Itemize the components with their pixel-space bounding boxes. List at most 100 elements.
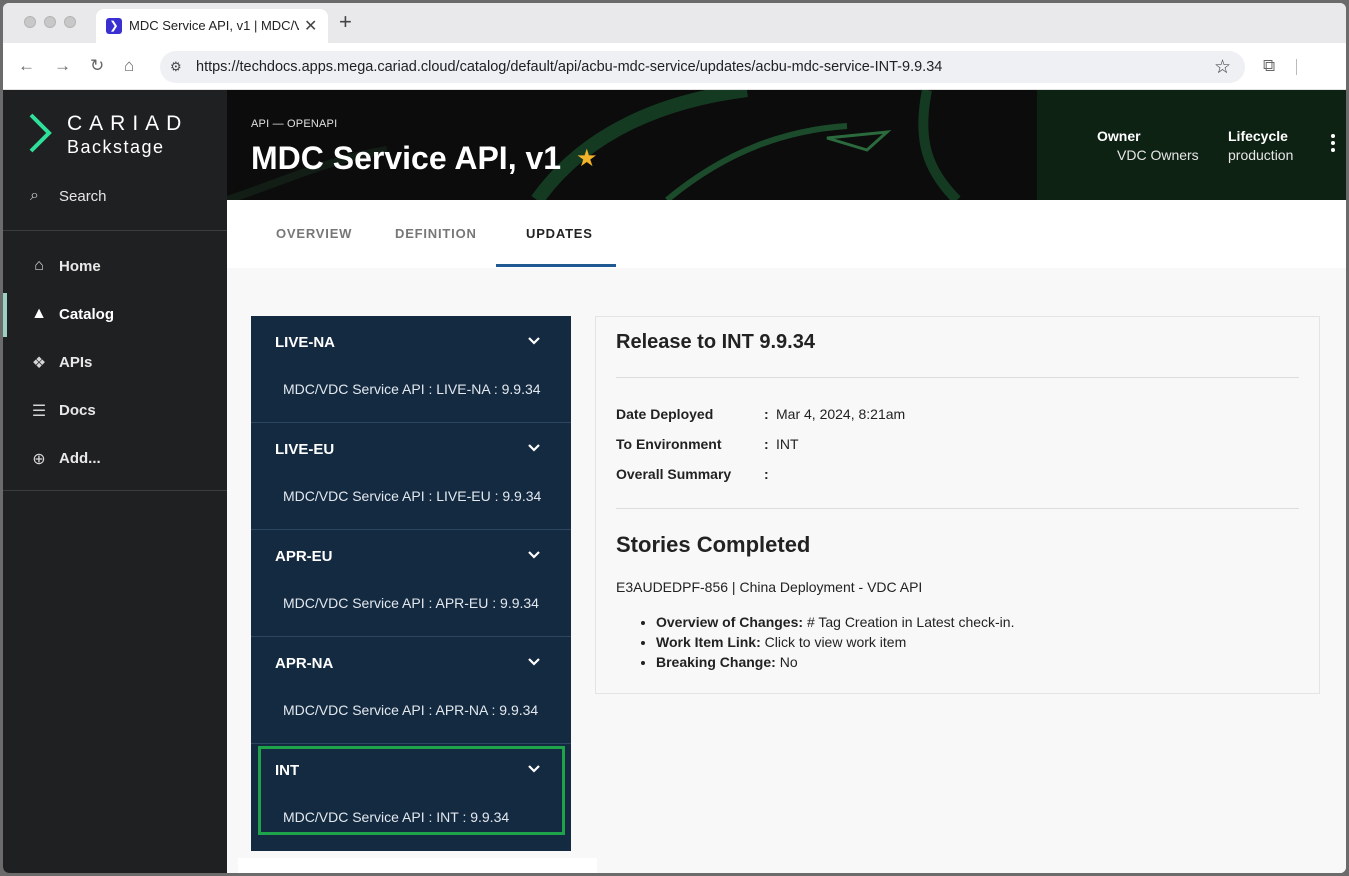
accordion-item-apr-na[interactable]: APR-NA MDC/VDC Service API : APR-NA : 9.… <box>251 637 571 744</box>
sidebar-divider <box>3 490 227 491</box>
accordion-title: APR-EU <box>275 548 333 565</box>
to-environment-value: INT <box>776 436 799 452</box>
card-divider <box>616 377 1299 378</box>
sidebar-item-docs[interactable]: ☰ Docs <box>3 391 227 431</box>
detail-value: No <box>779 654 798 670</box>
entity-kind: API — OPENAPI <box>251 118 338 130</box>
list-item: Work Item Link: Click to view work item <box>656 632 1014 652</box>
sidebar-item-catalog[interactable]: ▲ Catalog <box>3 293 227 337</box>
sidebar-search[interactable]: ⌕ Search <box>3 182 227 212</box>
stories-title: Stories Completed <box>616 532 811 557</box>
sidebar-item-label: Add... <box>59 450 101 467</box>
date-deployed-label: Date Deployed <box>616 406 714 422</box>
story-id: E3AUDEDPF-856 | China Deployment - VDC A… <box>616 579 923 595</box>
sidebar-item-label: Catalog <box>59 306 115 323</box>
close-tab-icon[interactable]: ✕ <box>304 16 317 36</box>
bookmark-star-icon[interactable]: ☆ <box>1214 56 1231 79</box>
new-tab-icon[interactable]: + <box>339 11 352 33</box>
address-bar[interactable]: ⚙ https://techdocs.apps.mega.cariad.clou… <box>160 51 1245 83</box>
accordion-title: LIVE-NA <box>275 334 335 351</box>
sidebar-item-apis[interactable]: ❖ APIs <box>3 343 227 383</box>
detail-label: Work Item Link: <box>656 634 761 650</box>
cariad-logo-icon[interactable] <box>27 112 53 154</box>
accordion-shadow <box>238 858 597 873</box>
sidebar-item-add[interactable]: ⊕ Add... <box>3 439 227 479</box>
tab-updates[interactable]: UPDATES <box>526 226 593 241</box>
tab-title: MDC Service API, v1 | MDC/VDC <box>129 18 299 33</box>
zoom-window-button[interactable] <box>64 16 76 28</box>
home-icon: ⌂ <box>34 257 44 274</box>
extensions-icon[interactable]: ⧉ <box>1263 56 1275 76</box>
docs-icon: ☰ <box>31 403 47 420</box>
chevron-down-icon[interactable] <box>527 655 541 669</box>
logo-text: CARIAD <box>67 112 189 135</box>
release-link[interactable]: MDC/VDC Service API : LIVE-NA : 9.9.34 <box>283 381 541 397</box>
list-item: Breaking Change: No <box>656 652 1014 672</box>
browser-toolbar: ← → ↻ ⌂ ⚙ https://techdocs.apps.mega.car… <box>3 43 1346 90</box>
owner-value[interactable]: VDC Owners <box>1117 147 1199 163</box>
selected-highlight-box <box>258 746 565 835</box>
field-colon: : <box>764 436 769 452</box>
sidebar-item-label: Home <box>59 258 101 275</box>
sidebar-item-home[interactable]: ⌂ Home <box>3 247 227 287</box>
accordion-item-live-na[interactable]: LIVE-NA MDC/VDC Service API : LIVE-NA : … <box>251 316 571 423</box>
chevron-down-icon[interactable] <box>527 441 541 455</box>
sidebar-search-label: Search <box>59 188 107 205</box>
favicon-icon: ❯ <box>106 18 122 34</box>
minimize-window-button[interactable] <box>44 16 56 28</box>
forward-icon[interactable]: → <box>54 57 71 75</box>
overall-summary-label: Overall Summary <box>616 466 732 482</box>
release-link[interactable]: MDC/VDC Service API : LIVE-EU : 9.9.34 <box>283 488 541 504</box>
more-options-icon[interactable] <box>1331 134 1337 155</box>
favorite-star-icon[interactable]: ★ <box>576 144 598 173</box>
logo-subtext: Backstage <box>67 137 165 157</box>
work-item-link[interactable]: Click to view work item <box>765 634 907 650</box>
accordion-title: LIVE-EU <box>275 441 335 458</box>
release-link[interactable]: MDC/VDC Service API : APR-NA : 9.9.34 <box>283 702 538 718</box>
browser-window: ❯ MDC Service API, v1 | MDC/VDC ✕ + ← → … <box>3 3 1346 873</box>
catalog-icon: ▲ <box>31 305 47 322</box>
entity-tabs: OVERVIEW DEFINITION UPDATES <box>227 200 1346 268</box>
sidebar-item-label: Docs <box>59 402 96 419</box>
tab-definition[interactable]: DEFINITION <box>395 226 477 241</box>
tab-overview[interactable]: OVERVIEW <box>276 226 352 241</box>
list-item: Overview of Changes: # Tag Creation in L… <box>656 612 1014 632</box>
site-settings-icon[interactable]: ⚙ <box>170 59 182 75</box>
accordion-item-apr-eu[interactable]: APR-EU MDC/VDC Service API : APR-EU : 9.… <box>251 530 571 637</box>
to-environment-label: To Environment <box>616 436 722 452</box>
field-colon: : <box>764 466 769 482</box>
lifecycle-label: Lifecycle <box>1228 128 1288 144</box>
owner-label: Owner <box>1097 128 1141 144</box>
url-text[interactable]: https://techdocs.apps.mega.cariad.cloud/… <box>196 59 942 75</box>
date-deployed-value: Mar 4, 2024, 8:21am <box>776 406 906 422</box>
release-link[interactable]: MDC/VDC Service API : APR-EU : 9.9.34 <box>283 595 539 611</box>
active-tab-indicator <box>496 264 616 267</box>
updates-content: LIVE-NA MDC/VDC Service API : LIVE-NA : … <box>227 268 1346 873</box>
card-divider <box>616 508 1299 509</box>
release-title: Release to INT 9.9.34 <box>616 331 815 353</box>
search-icon: ⌕ <box>30 187 39 204</box>
sidebar-item-label: APIs <box>59 354 93 371</box>
tab-strip: ❯ MDC Service API, v1 | MDC/VDC ✕ + <box>3 3 1346 43</box>
back-icon[interactable]: ← <box>18 57 35 75</box>
chevron-down-icon[interactable] <box>527 334 541 348</box>
chevron-down-icon[interactable] <box>527 548 541 562</box>
release-details-card: Release to INT 9.9.34 Date Deployed : Ma… <box>595 316 1320 694</box>
puzzle-icon: ❖ <box>31 355 47 372</box>
detail-label: Breaking Change: <box>656 654 776 670</box>
lifecycle-value: production <box>1228 147 1294 163</box>
story-details-list: Overview of Changes: # Tag Creation in L… <box>656 612 1014 672</box>
home-button-icon[interactable]: ⌂ <box>124 57 134 75</box>
add-circle-icon: ⊕ <box>32 451 46 468</box>
accordion-item-live-eu[interactable]: LIVE-EU MDC/VDC Service API : LIVE-EU : … <box>251 423 571 530</box>
entity-header: API — OPENAPI MDC Service API, v1 ★ Owne… <box>227 90 1346 200</box>
environment-accordion: LIVE-NA MDC/VDC Service API : LIVE-NA : … <box>251 316 571 851</box>
field-colon: : <box>764 406 769 422</box>
page-title: MDC Service API, v1 <box>251 140 562 176</box>
header-meta-panel <box>1037 90 1346 200</box>
sidebar: CARIAD Backstage ⌕ Search ⌂ Home ▲ Catal… <box>3 90 227 873</box>
sidebar-divider <box>3 230 227 231</box>
close-window-button[interactable] <box>24 16 36 28</box>
reload-icon[interactable]: ↻ <box>90 57 104 75</box>
browser-tab[interactable]: ❯ MDC Service API, v1 | MDC/VDC ✕ <box>96 9 328 43</box>
